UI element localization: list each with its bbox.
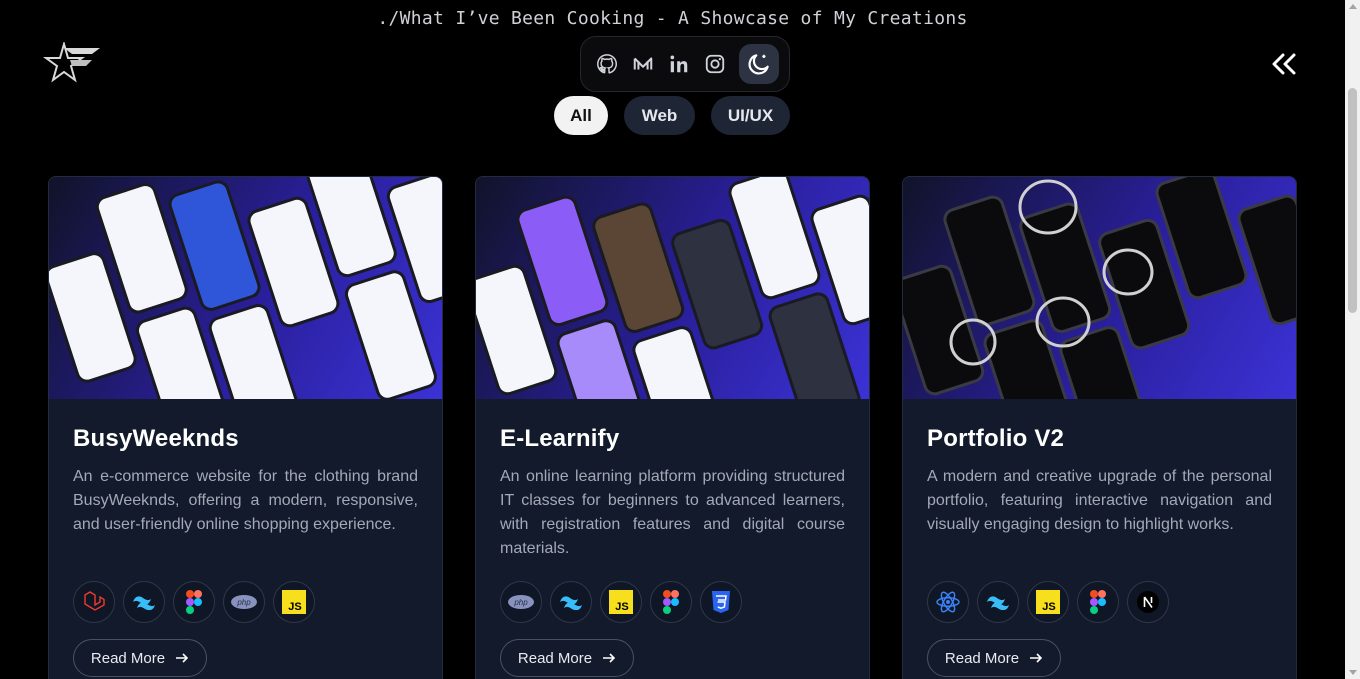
instagram-icon[interactable] <box>701 50 729 78</box>
php-icon: php <box>500 581 542 623</box>
project-thumbnail[interactable] <box>49 177 442 399</box>
project-card-elearnify: E-Learnify An online learning platform p… <box>475 176 870 679</box>
figma-icon <box>1077 581 1119 623</box>
filter-web[interactable]: Web <box>624 96 695 135</box>
tailwind-icon <box>977 581 1019 623</box>
read-more-button[interactable]: Read More <box>500 639 634 677</box>
project-title: BusyWeeknds <box>73 425 239 452</box>
project-title: E-Learnify <box>500 425 620 452</box>
javascript-icon: JS <box>1027 581 1069 623</box>
project-description: An e-commerce website for the clothing b… <box>73 468 418 533</box>
read-more-button[interactable]: Read More <box>73 639 207 677</box>
filter-all[interactable]: All <box>554 96 608 135</box>
javascript-icon: JS <box>273 581 315 623</box>
star-logo-icon[interactable] <box>42 40 104 86</box>
project-thumbnail[interactable] <box>903 177 1296 399</box>
project-description: A modern and creative upgrade of the per… <box>927 468 1272 533</box>
read-more-label: Read More <box>944 649 1020 667</box>
laravel-icon <box>73 581 115 623</box>
github-icon[interactable] <box>593 50 621 78</box>
arrow-right-icon <box>603 653 616 663</box>
scroll-down-arrow-icon[interactable] <box>1349 670 1357 675</box>
double-chevron-left-icon[interactable] <box>1268 50 1300 78</box>
react-icon <box>927 581 969 623</box>
nextjs-icon <box>1127 581 1169 623</box>
linkedin-icon[interactable] <box>665 50 693 78</box>
svg-text:JS: JS <box>1042 601 1055 613</box>
social-links-bar <box>580 36 790 92</box>
page-scrollbar[interactable] <box>1345 0 1360 679</box>
tailwind-icon <box>123 581 165 623</box>
scroll-up-arrow-icon[interactable] <box>1349 4 1357 9</box>
project-thumbnail[interactable] <box>476 177 869 399</box>
project-title: Portfolio V2 <box>927 425 1065 452</box>
theme-toggle-moon-icon[interactable] <box>739 44 779 84</box>
arrow-right-icon <box>176 653 189 663</box>
page-title: ./What I’ve Been Cooking - A Showcase of… <box>377 8 968 29</box>
tech-stack: php JS <box>73 581 418 623</box>
tailwind-icon <box>550 581 592 623</box>
svg-text:php: php <box>236 598 251 607</box>
medium-icon[interactable] <box>629 50 657 78</box>
svg-text:JS: JS <box>288 601 301 613</box>
tech-stack: JS <box>927 581 1272 623</box>
project-card-portfolio-v2: Portfolio V2 A modern and creative upgra… <box>902 176 1297 679</box>
filter-tabs: All Web UI/UX <box>554 96 790 135</box>
css3-icon <box>700 581 742 623</box>
figma-icon <box>173 581 215 623</box>
tech-stack: php JS <box>500 581 845 623</box>
project-card-busyweeknds: BusyWeeknds An e-commerce website for th… <box>48 176 443 679</box>
read-more-label: Read More <box>517 649 593 667</box>
read-more-label: Read More <box>90 649 166 667</box>
javascript-icon: JS <box>600 581 642 623</box>
scroll-thumb[interactable] <box>1348 88 1357 313</box>
arrow-right-icon <box>1030 653 1043 663</box>
project-description: An online learning platform providing st… <box>500 468 845 557</box>
svg-text:JS: JS <box>615 601 628 613</box>
svg-text:php: php <box>513 598 528 607</box>
read-more-button[interactable]: Read More <box>927 639 1061 677</box>
filter-uiux[interactable]: UI/UX <box>711 96 790 135</box>
php-icon: php <box>223 581 265 623</box>
figma-icon <box>650 581 692 623</box>
